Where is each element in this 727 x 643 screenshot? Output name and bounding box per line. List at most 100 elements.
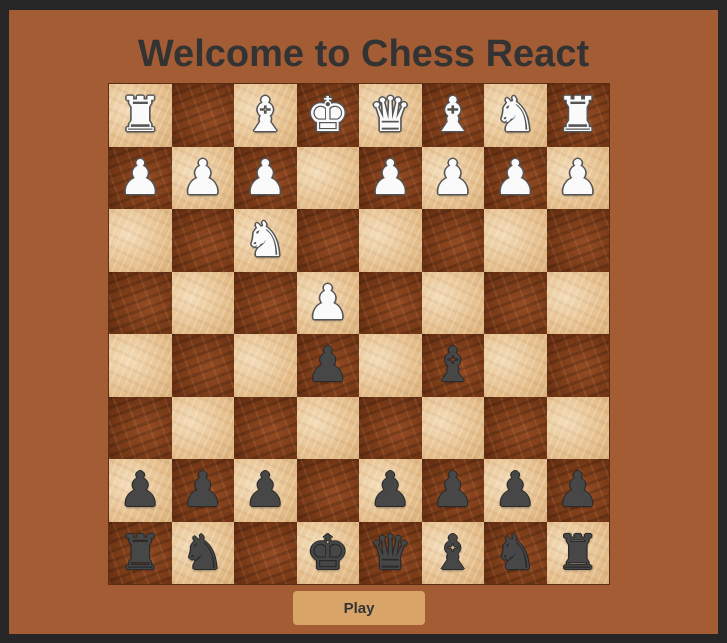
board-square[interactable]: [421, 396, 484, 459]
board-square[interactable]: ♝: [421, 84, 484, 147]
board-square[interactable]: ♝: [421, 521, 484, 584]
board-square[interactable]: ♜: [109, 84, 172, 147]
black-pawn-icon[interactable]: ♟: [181, 466, 224, 514]
board-square[interactable]: [484, 334, 547, 397]
black-rook-icon[interactable]: ♜: [556, 529, 599, 577]
play-button[interactable]: Play: [293, 591, 425, 625]
board-square[interactable]: ♚: [296, 84, 359, 147]
board-square[interactable]: ♟: [296, 271, 359, 334]
board-square[interactable]: [296, 396, 359, 459]
board-square[interactable]: ♟: [109, 459, 172, 522]
board-square[interactable]: [359, 396, 422, 459]
board-square[interactable]: [234, 334, 297, 397]
white-pawn-icon[interactable]: ♟: [306, 279, 349, 327]
white-pawn-icon[interactable]: ♟: [431, 154, 474, 202]
board-square[interactable]: [546, 271, 609, 334]
app-container: Welcome to Chess React ♜ ♝ ♚ ♛ ♝ ♞ ♜ ♟ ♟ ♟ ♟ ♟ ♟ ♟ ♞ ♟ ♟…: [9, 10, 718, 634]
white-pawn-icon[interactable]: ♟: [369, 154, 412, 202]
black-bishop-icon[interactable]: ♝: [431, 529, 474, 577]
board-square[interactable]: ♟: [546, 146, 609, 209]
board-square[interactable]: [359, 209, 422, 272]
board-square[interactable]: [421, 271, 484, 334]
board-square[interactable]: ♟: [171, 146, 234, 209]
board-square[interactable]: ♟: [296, 334, 359, 397]
board-square[interactable]: [171, 396, 234, 459]
chess-board: ♜ ♝ ♚ ♛ ♝ ♞ ♜ ♟ ♟ ♟ ♟ ♟ ♟ ♟ ♞ ♟ ♟ ♝ ♟ ♟ ♟ ♟ ♟ ♟ ♟ ♜ ♞ ♚ ♛ ♝ ♞ ♜: [108, 83, 610, 585]
page-title: Welcome to Chess React: [137, 33, 590, 75]
white-pawn-icon[interactable]: ♟: [181, 154, 224, 202]
board-square[interactable]: ♜: [546, 84, 609, 147]
board-square[interactable]: [359, 271, 422, 334]
board-square[interactable]: [109, 334, 172, 397]
board-square[interactable]: ♟: [234, 146, 297, 209]
board-square[interactable]: ♟: [359, 459, 422, 522]
board-square[interactable]: [171, 334, 234, 397]
board-square[interactable]: [109, 209, 172, 272]
board-square[interactable]: ♛: [359, 84, 422, 147]
board-square[interactable]: ♟: [421, 146, 484, 209]
board-square[interactable]: [234, 521, 297, 584]
board-square[interactable]: ♞: [234, 209, 297, 272]
white-pawn-icon[interactable]: ♟: [494, 154, 537, 202]
white-bishop-icon[interactable]: ♝: [244, 91, 287, 139]
board-square[interactable]: ♝: [234, 84, 297, 147]
board-square[interactable]: [296, 146, 359, 209]
board-square[interactable]: [484, 209, 547, 272]
white-knight-icon[interactable]: ♞: [244, 216, 287, 264]
board-square[interactable]: [484, 271, 547, 334]
board-square[interactable]: ♚: [296, 521, 359, 584]
board-square[interactable]: [234, 396, 297, 459]
black-pawn-icon[interactable]: ♟: [494, 466, 537, 514]
board-square[interactable]: ♟: [546, 459, 609, 522]
black-pawn-icon[interactable]: ♟: [306, 341, 349, 389]
board-square[interactable]: ♞: [171, 521, 234, 584]
white-king-icon[interactable]: ♚: [306, 91, 349, 139]
board-square[interactable]: ♟: [109, 146, 172, 209]
board-square[interactable]: [171, 84, 234, 147]
board-square[interactable]: ♟: [421, 459, 484, 522]
black-knight-icon[interactable]: ♞: [494, 529, 537, 577]
black-king-icon[interactable]: ♚: [306, 529, 349, 577]
board-square[interactable]: ♟: [359, 146, 422, 209]
board-square[interactable]: [546, 334, 609, 397]
white-queen-icon[interactable]: ♛: [369, 91, 412, 139]
black-pawn-icon[interactable]: ♟: [244, 466, 287, 514]
board-square[interactable]: [171, 271, 234, 334]
white-pawn-icon[interactable]: ♟: [244, 154, 287, 202]
board-square[interactable]: [296, 209, 359, 272]
black-bishop-icon[interactable]: ♝: [431, 341, 474, 389]
white-rook-icon[interactable]: ♜: [556, 91, 599, 139]
board-square[interactable]: [234, 271, 297, 334]
white-bishop-icon[interactable]: ♝: [431, 91, 474, 139]
board-square[interactable]: ♜: [546, 521, 609, 584]
white-rook-icon[interactable]: ♜: [119, 91, 162, 139]
black-rook-icon[interactable]: ♜: [119, 529, 162, 577]
black-queen-icon[interactable]: ♛: [369, 529, 412, 577]
board-square[interactable]: ♞: [484, 84, 547, 147]
board-square[interactable]: [109, 271, 172, 334]
board-square[interactable]: [546, 209, 609, 272]
board-square[interactable]: ♟: [484, 146, 547, 209]
board-square[interactable]: [109, 396, 172, 459]
black-pawn-icon[interactable]: ♟: [556, 466, 599, 514]
board-square[interactable]: [171, 209, 234, 272]
board-square[interactable]: ♝: [421, 334, 484, 397]
board-square[interactable]: ♛: [359, 521, 422, 584]
board-square[interactable]: [546, 396, 609, 459]
board-square[interactable]: [359, 334, 422, 397]
white-knight-icon[interactable]: ♞: [494, 91, 537, 139]
white-pawn-icon[interactable]: ♟: [119, 154, 162, 202]
black-pawn-icon[interactable]: ♟: [431, 466, 474, 514]
black-pawn-icon[interactable]: ♟: [369, 466, 412, 514]
board-square[interactable]: ♟: [484, 459, 547, 522]
black-knight-icon[interactable]: ♞: [181, 529, 224, 577]
white-pawn-icon[interactable]: ♟: [556, 154, 599, 202]
black-pawn-icon[interactable]: ♟: [119, 466, 162, 514]
board-square[interactable]: [484, 396, 547, 459]
board-square[interactable]: ♟: [234, 459, 297, 522]
board-square[interactable]: ♞: [484, 521, 547, 584]
board-square[interactable]: ♟: [171, 459, 234, 522]
board-square[interactable]: ♜: [109, 521, 172, 584]
board-square[interactable]: [296, 459, 359, 522]
board-square[interactable]: [421, 209, 484, 272]
